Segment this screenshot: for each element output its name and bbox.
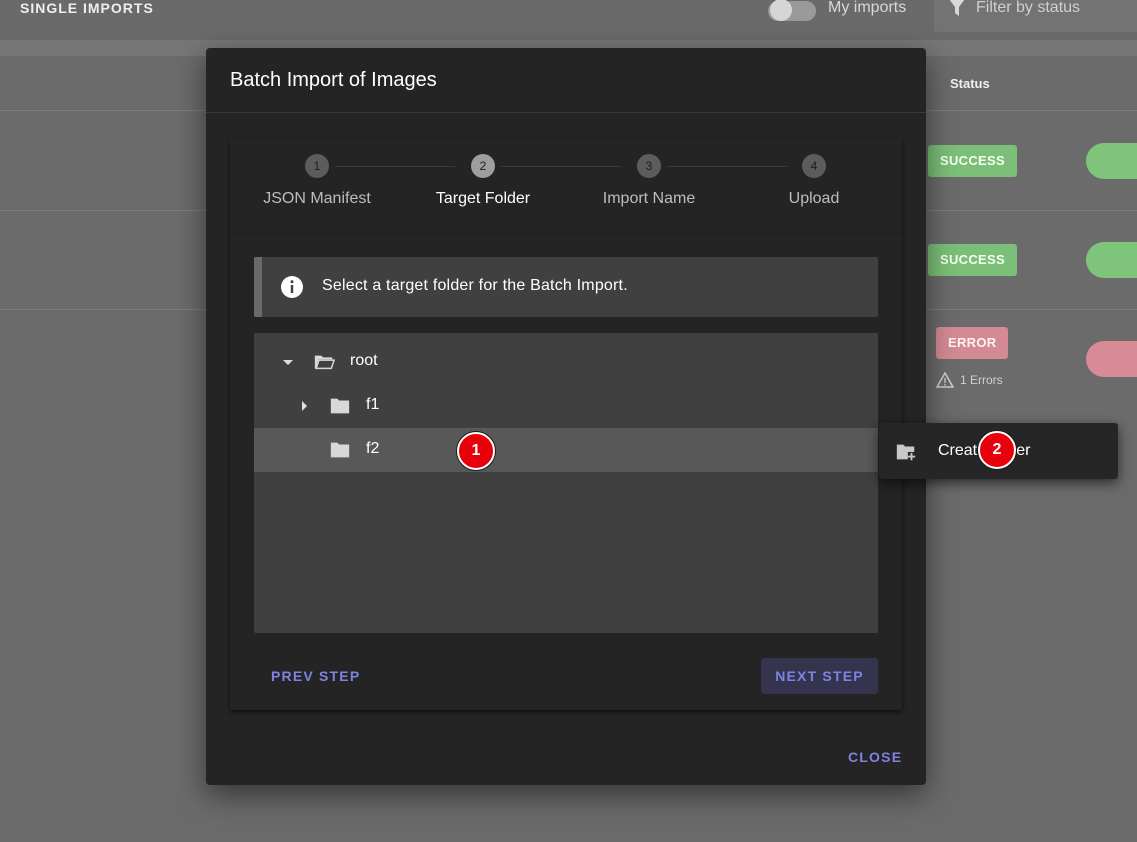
folder-icon [330, 442, 350, 458]
folder-tree: root f1 f2 [254, 333, 878, 633]
info-alert: Select a target folder for the Batch Imp… [254, 257, 878, 317]
step-number: 1 [305, 154, 329, 178]
status-badge: SUCCESS [928, 244, 1017, 276]
tree-node-label: f2 [366, 440, 380, 457]
my-imports-toggle[interactable] [766, 0, 818, 23]
prev-step-button[interactable]: PREV STEP [247, 658, 384, 694]
folder-open-icon [314, 355, 335, 370]
next-step-button[interactable]: NEXT STEP [761, 658, 878, 694]
alert-message: Select a target folder for the Batch Imp… [322, 277, 628, 294]
create-folder-icon [896, 444, 916, 461]
step-label: JSON Manifest [263, 190, 371, 207]
dialog-title: Batch Import of Images [230, 69, 437, 91]
tree-node-f1[interactable]: f1 [254, 384, 878, 428]
tree-node-label: f1 [366, 396, 380, 413]
step-number: 4 [802, 154, 826, 178]
filter-placeholder: Filter by status [976, 0, 1081, 16]
error-count-text: 1 Errors [960, 373, 1003, 387]
caret-right-icon[interactable] [296, 398, 312, 414]
annotation-marker-2: 2 [978, 431, 1016, 469]
tree-node-f2[interactable]: f2 [254, 428, 878, 472]
step-label: Target Folder [435, 190, 531, 207]
status-badge: ERROR [936, 327, 1009, 359]
batch-import-dialog: Batch Import of Images 1 JSON Manifest 2… [206, 48, 926, 785]
stepper: 1 JSON Manifest 2 Target Folder 3 Import… [230, 138, 902, 234]
row-action-pill[interactable] [1086, 242, 1137, 278]
status-badge: SUCCESS [928, 145, 1017, 177]
step-json-manifest[interactable]: 1 JSON Manifest [234, 154, 400, 208]
info-icon [281, 276, 303, 298]
page-title: SINGLE IMPORTS [20, 0, 154, 16]
tree-node-root[interactable]: root [254, 340, 878, 384]
step-import-name[interactable]: 3 Import Name [566, 154, 732, 208]
my-imports-label: My imports [828, 0, 907, 16]
folder-icon [330, 398, 350, 414]
warning-icon [936, 372, 954, 388]
step-number: 2 [471, 154, 495, 178]
step-target-folder[interactable]: 2 Target Folder [400, 154, 566, 208]
row-action-pill[interactable] [1086, 341, 1137, 377]
tree-node-label: root [350, 352, 378, 369]
toggle-thumb [770, 0, 792, 21]
annotation-marker-1: 1 [457, 432, 495, 470]
step-label: Upload [788, 190, 840, 207]
dialog-divider [206, 112, 926, 113]
caret-down-icon[interactable] [280, 354, 296, 370]
row-action-pill[interactable] [1086, 143, 1137, 179]
step-content: Select a target folder for the Batch Imp… [230, 234, 902, 710]
step-number: 3 [637, 154, 661, 178]
close-button[interactable]: CLOSE [848, 745, 902, 769]
filter-icon [949, 0, 965, 16]
error-count: 1 Errors [936, 372, 1003, 388]
step-upload[interactable]: 4 Upload [731, 154, 897, 208]
status-column-header: Status [950, 76, 990, 91]
step-label: Import Name [602, 190, 696, 207]
